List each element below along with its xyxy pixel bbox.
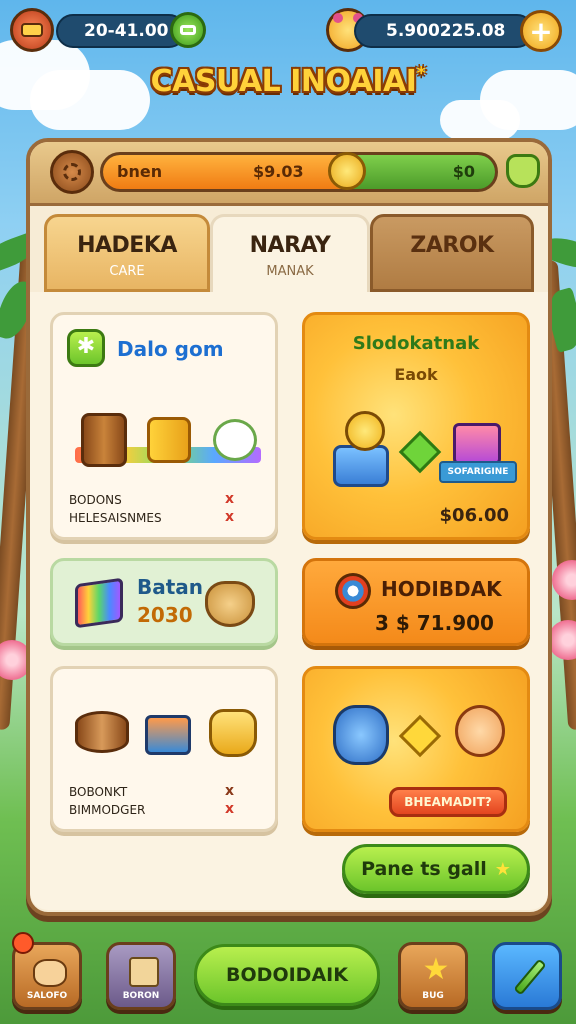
action-button-label: Pane ts gall: [361, 858, 487, 880]
nav-boron-label: BORON: [122, 991, 160, 1001]
currency-left-pill: 20-41.00: [56, 14, 186, 48]
shop-card-featured[interactable]: Slodokatnak Eaok SOFARIGINE $06.00: [302, 312, 530, 540]
card1-line2: HELESAISNMES: [69, 511, 162, 525]
game-title: CASUAL INOAIAI*: [0, 63, 576, 99]
card1-mark2: x: [225, 509, 235, 525]
star-badge-nav-icon: ★: [422, 952, 450, 987]
gems-value: 225.08: [439, 21, 506, 41]
card5-line1: BOBONKT: [69, 785, 128, 799]
nav-bug-label: BUG: [422, 991, 444, 1001]
nav-center-label: BODOIDAIK: [226, 964, 348, 986]
gold-coin-icon: [328, 152, 366, 190]
nav-wand-button[interactable]: [492, 942, 562, 1010]
shop-card-hodibdak[interactable]: HODIBDAK 3 $ 71.900: [302, 558, 530, 646]
add-cash-icon[interactable]: [170, 12, 206, 48]
wand-icon: [513, 958, 547, 996]
gift-box-icon: [147, 417, 191, 463]
bag-icon: [129, 957, 159, 987]
progress-center-value: $9.03: [253, 162, 304, 181]
barrel-icon: [81, 413, 127, 467]
flower-right: [552, 560, 576, 600]
tab-naray-sub: MANAK: [266, 264, 314, 279]
nav-salofo-label: SALOFO: [26, 991, 68, 1001]
tab-hadeka-sub: CARE: [109, 264, 145, 279]
cloud-right-2: [440, 100, 520, 140]
top-bar: 20-41.00 5.900 225.08 +: [8, 8, 568, 52]
star-icon: ★: [494, 858, 511, 880]
coins-value: 5.900: [386, 21, 440, 41]
progress-left-label: bnen: [117, 162, 163, 181]
card2-title-2: Eaok: [394, 365, 438, 384]
nav-boron-button[interactable]: BORON: [106, 942, 176, 1010]
girl-character-icon: [455, 705, 505, 757]
currency-left-value: 20-41.00: [84, 21, 169, 41]
nav-center-button[interactable]: BODOIDAIK: [194, 944, 380, 1006]
bottom-nav: SALOFO BORON BODOIDAIK ★ BUG: [0, 930, 576, 1024]
category-tabs: HADEKA CARE NARAY MANAK ZAROK: [44, 214, 534, 292]
tab-naray-label: NARAY: [249, 233, 331, 258]
card2-ribbon-text: SOFARIGINE: [447, 467, 509, 477]
shop-card-bobonkt[interactable]: BOBONKT BIMMODGER x x: [50, 666, 278, 832]
currency-right-pill: 5.900 225.08: [354, 14, 534, 48]
card5-mark2: x: [225, 801, 235, 817]
action-button[interactable]: Pane ts gall ★: [342, 844, 530, 894]
card3-line2: 2030: [137, 603, 193, 627]
tab-zarok[interactable]: ZAROK: [370, 214, 534, 292]
blue-toaster-icon: [333, 445, 389, 487]
magic-box-icon: [453, 423, 501, 465]
tab-zarok-label: ZAROK: [410, 233, 494, 258]
tab-hadeka[interactable]: HADEKA CARE: [44, 214, 210, 292]
panel-header: bnen $9.03 $0: [30, 142, 548, 206]
progress-bar: bnen $9.03 $0: [100, 152, 498, 192]
yellow-bird-icon: [345, 411, 385, 451]
shop-card-robot[interactable]: BHEAMADIT?: [302, 666, 530, 832]
card5-line2: BIMMODGER: [69, 803, 146, 817]
progress-right-value: $0: [452, 162, 475, 181]
card4-title: HODIBDAK: [381, 577, 502, 601]
card2-price: $06.00: [439, 505, 509, 526]
hand-icon[interactable]: [506, 154, 540, 188]
card6-button-label: BHEAMADIT?: [404, 795, 492, 809]
blue-crate-icon: [145, 715, 191, 755]
card1-mark1: x: [225, 491, 235, 507]
cookie-icon[interactable]: [50, 150, 94, 194]
nav-bug-button[interactable]: ★ BUG: [398, 942, 468, 1010]
game-title-text: CASUAL INOAIAI: [150, 64, 417, 99]
title-star-icon: *: [416, 63, 426, 84]
card5-mark1: x: [225, 783, 235, 799]
card1-title: Dalo gom: [117, 337, 224, 361]
add-currency-icon[interactable]: +: [520, 10, 562, 52]
coin-bag-icon: [205, 581, 255, 627]
green-gem-icon: [398, 430, 442, 474]
card6-button[interactable]: BHEAMADIT?: [389, 787, 507, 817]
rainbow-blocks-icon: [75, 577, 123, 629]
card2-ribbon: SOFARIGINE: [439, 461, 517, 483]
shop-card-batan[interactable]: Batan 2030: [50, 558, 278, 646]
treasure-jar-icon[interactable]: [10, 8, 54, 52]
camel-icon: [33, 959, 67, 987]
gold-ingot-icon: [209, 709, 257, 757]
wooden-tub-icon: [75, 711, 129, 753]
ball-icon: [335, 573, 371, 609]
card2-title-1: Slodokatnak: [352, 333, 480, 354]
card4-value: 3 $ 71.900: [375, 611, 494, 635]
tab-naray[interactable]: NARAY MANAK: [210, 214, 370, 292]
card3-line1: Batan: [137, 575, 204, 599]
white-critter-icon: [213, 419, 257, 461]
yellow-gem-icon: [398, 714, 442, 758]
flower-right-2: [548, 620, 576, 660]
shop-content: ✱ Dalo gom BODONS HELESAISNMES x x Slodo…: [30, 292, 548, 910]
shop-card-dalo[interactable]: ✱ Dalo gom BODONS HELESAISNMES x x: [50, 312, 278, 540]
tab-hadeka-label: HADEKA: [77, 233, 177, 258]
star-badge-icon: ✱: [67, 329, 105, 367]
notification-badge-icon: [12, 932, 34, 954]
shop-panel: bnen $9.03 $0 HADEKA CARE NARAY MANAK ZA…: [26, 138, 552, 916]
card1-line1: BODONS: [69, 493, 122, 507]
blue-robot-icon: [333, 705, 389, 765]
